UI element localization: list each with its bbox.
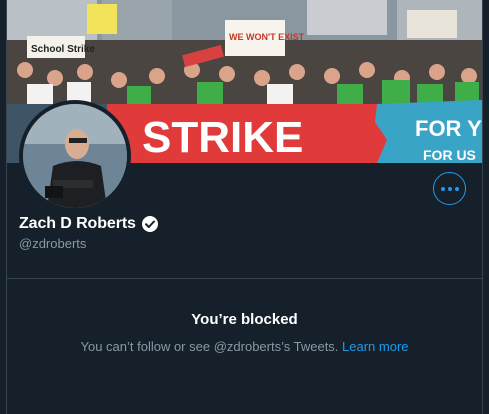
avatar[interactable] — [19, 100, 131, 212]
display-name: Zach D Roberts — [19, 215, 136, 232]
blocked-title: You’re blocked — [191, 311, 298, 328]
divider — [7, 278, 482, 279]
verified-badge-icon — [141, 216, 158, 232]
banner-sign-for-you: FOR YOU — [415, 116, 482, 141]
blocked-message-handle: @zdroberts — [213, 339, 282, 354]
profile-page: School Strike WE WON'T EXIST STRIKE FOR … — [6, 0, 483, 414]
more-icon — [440, 186, 459, 191]
blocked-message-suffix: ’s Tweets. — [281, 339, 343, 354]
profile-handle: @zdroberts — [19, 236, 87, 251]
banner-sign-for-us: FOR US — [423, 147, 476, 163]
blocked-message: You can’t follow or see @zdroberts’s Twe… — [7, 339, 482, 354]
more-options-button[interactable] — [433, 172, 466, 205]
banner-sign-we-wont-exist: WE WON'T EXIST — [229, 32, 305, 42]
avatar-photo — [23, 104, 127, 208]
learn-more-link[interactable]: Learn more — [342, 339, 408, 354]
banner-sign-strike: STRIKE — [142, 113, 303, 162]
profile-name-row: Zach D Roberts — [19, 212, 159, 236]
blocked-message-prefix: You can’t follow or see — [80, 339, 214, 354]
banner-sign-school-strike: School Strike — [31, 44, 95, 55]
